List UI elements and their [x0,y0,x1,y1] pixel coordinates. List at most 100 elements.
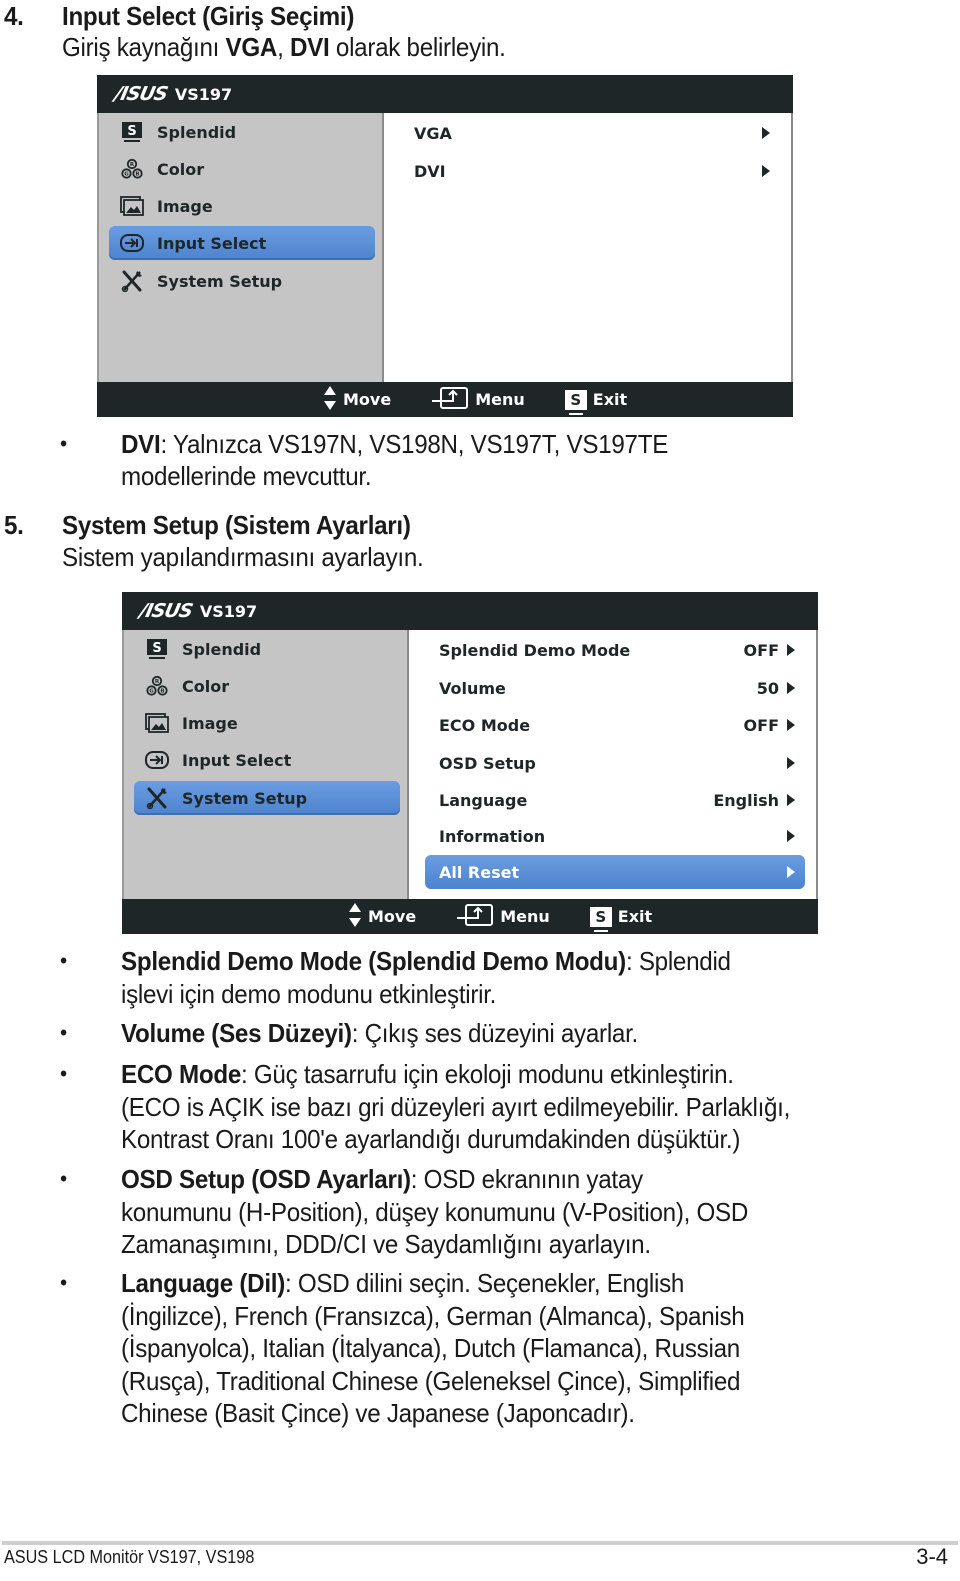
osd-submenu-item-all-reset[interactable]: All Reset [425,855,805,889]
bullet-line: (İngilizce), French (Fransızca), German … [121,1300,745,1332]
osd-menu-label: Input Select [182,750,292,770]
osd-menu-item-input-select[interactable]: Input Select [134,743,400,777]
osd-submenu-item-osd-setup[interactable]: OSD Setup [425,746,805,780]
osd-hint-label: Menu [500,907,550,926]
enter-menu-icon [456,903,494,931]
footer-divider [2,1541,958,1545]
osd-menu-label: System Setup [157,271,283,291]
bullet-line: Volume (Ses Düzeyi): Çıkış ses düzeyini … [121,1017,638,1049]
osd-main-menu: S Splendid R G B Color Image Input Select System… [122,630,407,899]
chevron-right-icon [787,719,795,731]
bullet: • [60,1020,67,1045]
osd-menu-item-splendid[interactable]: S Splendid [134,632,400,666]
image-icon [144,712,170,734]
bullet-term: ECO Mode [121,1059,242,1089]
bullet-line: Zamanaşımını, DDD/CI ve Saydamlığını aya… [121,1228,651,1260]
osd-logo: /ISUS VS197 [112,83,232,105]
section-5-number: 5. [4,510,24,540]
osd-submenu-item-eco-mode[interactable]: ECO Mode OFF [425,708,805,742]
osd-submenu-item-volume[interactable]: Volume 50 [425,671,805,705]
svg-text:G: G [149,689,154,695]
osd-menu-label: Image [157,196,213,216]
page-number: 3-4 [916,1544,948,1569]
bullet-line: (Rusça), Traditional Chinese (Geleneksel… [121,1365,740,1397]
bullet-line: (İspanyolca), Italian (İtalyanca), Dutch… [121,1332,740,1364]
note-dvi-bold: DVI [121,429,161,459]
osd-hint-exit: S Exit [564,389,628,415]
bullet-line: OSD Setup (OSD Ayarları): OSD ekranının … [121,1163,643,1195]
footer-title: ASUS LCD Monitör VS197, VS198 [4,1547,255,1567]
bullet-term: Splendid Demo Mode (Splendid Demo Modu) [121,946,626,976]
bullet: • [60,1061,67,1086]
osd-hint-move: Move [348,902,416,932]
osd-hint-menu: Menu [431,386,525,414]
section-5-description: Sistem yapılandırmasını ayarlayın. [62,542,424,572]
osd-submenu-item-dvi[interactable]: DVI [400,154,780,188]
osd-submenu-item-information[interactable]: Information [425,819,805,853]
section-4-title: Input Select (Giriş Seçimi) [62,1,355,31]
bullet: • [60,1270,67,1295]
desc-vga: VGA [225,32,278,62]
osd-submenu-value: OFF [743,640,779,660]
osd-menu-item-system-setup[interactable]: System Setup [109,264,375,298]
osd-header: /ISUS VS197 [122,592,818,630]
bullet-text: (ECO is AÇIK ise bazı gri düzeyleri ayır… [121,1091,791,1122]
up-down-arrows-icon [348,902,362,932]
bullet-term: Volume (Ses Düzeyi) [121,1018,352,1048]
osd-menu-item-input-select[interactable]: Input Select [109,226,375,260]
chevron-right-icon [787,794,795,806]
color-rgb-icon: RGB [144,675,170,697]
osd-menu-item-color[interactable]: R G B Color [134,669,400,703]
osd-menu-label: Color [157,159,205,179]
osd-submenu-label: VGA [414,123,452,143]
osd-menu-item-color[interactable]: R G B Color [109,152,375,186]
osd-menu-label: System Setup [182,788,308,808]
osd-submenu-value: OFF [743,715,779,735]
bullet-text: işlevi için demo modunu etkinleştirir. [121,978,497,1009]
osd-footer: Move Menu S Exit [122,899,818,934]
osd-submenu-label: Language [439,790,528,810]
desc-dvi: DVI [289,32,330,62]
bullet-text: Zamanaşımını, DDD/CI ve Saydamlığını aya… [121,1229,651,1259]
bullet-text: (Rusça), Traditional Chinese (Geleneksel… [121,1365,741,1396]
osd-menu-item-splendid[interactable]: S Splendid [109,115,375,149]
osd-submenu-value: English [713,790,779,810]
osd-hint-label: Exit [592,390,628,409]
osd-menu-item-image[interactable]: Image [109,189,375,223]
bullet: • [60,1166,67,1191]
osd-submenu-item-splendid-demo-mode[interactable]: Splendid Demo Mode OFF [425,633,805,667]
osd-menu-item-image[interactable]: Image [134,706,400,740]
bullet-term: Language (Dil) [121,1268,286,1298]
bullet: • [60,431,67,456]
osd-submenu-label: Splendid Demo Mode [439,640,631,660]
bullet-line: Language (Dil): OSD dilini seçin. Seçene… [121,1267,684,1299]
osd-hint-exit: S Exit [589,906,652,932]
bullet-line: konumunu (H-Position), düşey konumunu (V… [121,1196,748,1228]
bullet-text: : Çıkış ses düzeyini ayarlar. [351,1018,639,1048]
bullet-line: Chinese (Basit Çince) ve Japanese (Japon… [121,1397,635,1429]
tools-icon [119,270,145,292]
osd-submenu-item-vga[interactable]: VGA [400,116,780,150]
section-4-number: 4. [4,1,24,31]
bullet-line: (ECO is AÇIK ise bazı gri düzeyleri ayır… [121,1091,790,1123]
osd-submenu-label: All Reset [439,862,520,882]
osd-submenu-label: DVI [414,161,446,181]
osd-menu-label: Splendid [182,639,262,659]
osd-submenu-item-language[interactable]: Language English [425,783,805,817]
svg-text:S: S [127,124,136,139]
bullet-text: Kontrast Oranı 100'e ayarlandığı durumda… [121,1124,741,1154]
asus-logo: /ISUS [137,600,195,622]
asus-logo: /ISUS [112,83,170,105]
bullet-text: konumunu (H-Position), düşey konumunu (V… [121,1196,749,1227]
desc-text: olarak belirleyin. [329,32,506,62]
osd-system-setup-screenshot: /ISUS VS197 S Splendid R G B Color Image Input … [122,592,818,934]
s-key-icon: S [564,389,587,415]
up-down-arrows-icon [323,385,337,415]
bullet: • [60,948,67,973]
bullet-text: : OSD ekranının yatay [410,1164,643,1194]
chevron-right-icon [787,644,795,656]
svg-text:S: S [152,641,161,656]
section-5-title: System Setup (Sistem Ayarları) [62,510,411,540]
osd-main-menu: S Splendid R G B Color Image Input Select System… [97,113,382,382]
osd-menu-item-system-setup[interactable]: System Setup [134,781,400,815]
